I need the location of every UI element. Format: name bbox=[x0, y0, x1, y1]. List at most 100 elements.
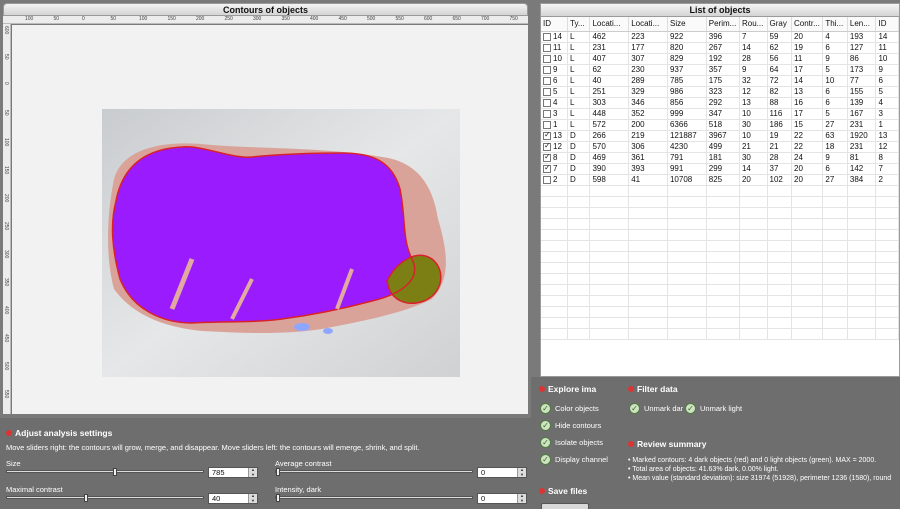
avg-contrast-slider-thumb[interactable] bbox=[276, 468, 280, 476]
row-checkbox[interactable] bbox=[543, 130, 551, 140]
spin-arrows-icon[interactable]: ▲ ▼ bbox=[248, 493, 257, 503]
avg-contrast-spinbox[interactable]: 0 ▲ ▼ bbox=[477, 467, 527, 478]
intensity-spinbox[interactable]: 0 ▲ ▼ bbox=[477, 493, 527, 504]
analysis-heading: Adjust analysis settings bbox=[6, 428, 112, 438]
column-header[interactable]: Gray bbox=[767, 17, 793, 32]
ruler-tick-label: 600 bbox=[424, 16, 433, 22]
row-checkbox[interactable] bbox=[543, 98, 551, 107]
table-row[interactable]: 7D39039399129914372061427 bbox=[541, 163, 899, 175]
row-checkbox[interactable] bbox=[543, 43, 551, 52]
empty-cell bbox=[628, 251, 668, 263]
spin-arrows-icon[interactable]: ▲ ▼ bbox=[517, 493, 526, 503]
table-cell: 6 bbox=[822, 42, 848, 54]
max-contrast-slider-thumb[interactable] bbox=[84, 494, 88, 502]
isolate-objects-button[interactable]: ✓ Isolate objects bbox=[540, 437, 603, 448]
image-canvas[interactable] bbox=[12, 25, 528, 414]
table-row[interactable]: 13D266219121887396710192263192013 bbox=[541, 130, 899, 142]
table-cell: 3 bbox=[541, 108, 569, 120]
max-contrast-spinbox[interactable]: 40 ▲ ▼ bbox=[208, 493, 258, 504]
row-checkbox[interactable] bbox=[543, 76, 551, 85]
table-cell: 20 bbox=[791, 174, 824, 186]
table-row[interactable]: 12D57030642304992121221823112 bbox=[541, 141, 899, 153]
table-row[interactable]: 4 L 303 346 856 292 13 88 16 6 139 4 bbox=[541, 97, 899, 109]
contour-image[interactable] bbox=[102, 109, 460, 377]
table-cell: 121887 bbox=[667, 130, 707, 142]
empty-cell bbox=[706, 306, 740, 318]
empty-cell bbox=[589, 218, 630, 230]
column-header[interactable]: Locati... bbox=[589, 17, 630, 32]
row-checkbox[interactable] bbox=[543, 87, 551, 96]
empty-cell bbox=[667, 218, 707, 230]
table-cell: 28 bbox=[767, 152, 793, 164]
table-cell: 12 bbox=[541, 141, 569, 153]
column-header[interactable]: Size bbox=[667, 17, 707, 32]
column-header[interactable]: Thi... bbox=[822, 17, 848, 32]
empty-cell bbox=[767, 284, 793, 296]
unmark-dark-button[interactable]: ✓ Unmark dar bbox=[629, 403, 683, 414]
row-checkbox[interactable] bbox=[543, 163, 551, 173]
empty-cell bbox=[667, 240, 707, 252]
intensity-slider-thumb[interactable] bbox=[276, 494, 280, 502]
empty-cell bbox=[822, 306, 848, 318]
hide-contours-button[interactable]: ✓ Hide contours bbox=[540, 420, 601, 431]
column-header[interactable]: Ty... bbox=[567, 17, 591, 32]
table-cell: 41 bbox=[628, 174, 668, 186]
max-contrast-slider[interactable] bbox=[6, 494, 204, 502]
color-objects-button[interactable]: ✓ Color objects bbox=[540, 403, 599, 414]
table-row[interactable]: 9 L 62 230 937 357 9 64 17 5 173 9 bbox=[541, 64, 899, 76]
unmark-light-button[interactable]: ✓ Unmark light bbox=[685, 403, 742, 414]
table-row[interactable]: 1 L 572 200 6366 518 30 186 15 27 231 1 bbox=[541, 119, 899, 131]
table-cell: 14 bbox=[875, 31, 899, 43]
row-checkbox[interactable] bbox=[543, 175, 551, 184]
empty-cell bbox=[847, 229, 877, 241]
table-cell: L bbox=[567, 75, 591, 87]
save-button[interactable] bbox=[541, 503, 589, 509]
size-slider[interactable] bbox=[6, 468, 204, 476]
spin-arrows-icon[interactable]: ▲ ▼ bbox=[248, 467, 257, 477]
table-cell: 267 bbox=[706, 42, 740, 54]
table-row[interactable]: 3 L 448 352 999 347 10 116 17 5 167 3 bbox=[541, 108, 899, 120]
objects-table: ID Ty... Locati... Locati... Size Perim... Rou… bbox=[541, 17, 899, 340]
empty-cell bbox=[541, 273, 569, 285]
column-header[interactable]: Rou... bbox=[739, 17, 768, 32]
row-checkbox[interactable] bbox=[543, 120, 551, 129]
table-cell: 10 bbox=[739, 108, 768, 120]
spin-arrows-icon[interactable]: ▲ ▼ bbox=[517, 467, 526, 477]
empty-row bbox=[541, 185, 899, 197]
table-row[interactable]: 2 D 598 41 10708 825 20 102 20 27 384 2 bbox=[541, 174, 899, 186]
column-header[interactable]: Locati... bbox=[628, 17, 668, 32]
empty-cell bbox=[847, 306, 877, 318]
row-checkbox[interactable] bbox=[543, 141, 551, 151]
empty-cell bbox=[739, 251, 768, 263]
table-row[interactable]: 10 L 407 307 829 192 28 56 11 9 86 10 bbox=[541, 53, 899, 65]
row-checkbox[interactable] bbox=[543, 152, 551, 162]
column-header[interactable]: Contr... bbox=[791, 17, 824, 32]
display-channel-button[interactable]: ✓ Display channel bbox=[540, 454, 608, 465]
table-cell: 19 bbox=[791, 42, 824, 54]
empty-cell bbox=[791, 328, 824, 340]
row-checkbox[interactable] bbox=[543, 54, 551, 63]
size-spinbox[interactable]: 785 ▲ ▼ bbox=[208, 467, 258, 478]
avg-contrast-slider[interactable] bbox=[275, 468, 473, 476]
empty-cell bbox=[589, 251, 630, 263]
row-checkbox[interactable] bbox=[543, 109, 551, 118]
table-row[interactable]: 6 L 40 289 785 175 32 72 14 10 77 6 bbox=[541, 75, 899, 87]
column-header[interactable]: Len... bbox=[847, 17, 877, 32]
table-cell: 102 bbox=[767, 174, 793, 186]
column-header[interactable]: ID bbox=[875, 17, 899, 32]
empty-cell bbox=[567, 196, 591, 208]
column-header[interactable]: Perim... bbox=[706, 17, 740, 32]
column-header[interactable]: ID bbox=[541, 17, 569, 32]
intensity-slider[interactable] bbox=[275, 494, 473, 502]
table-row[interactable]: 5 L 251 329 986 323 12 82 13 6 155 5 bbox=[541, 86, 899, 98]
row-checkbox[interactable] bbox=[543, 32, 551, 41]
table-row[interactable]: 11 L 231 177 820 267 14 62 19 6 127 11 bbox=[541, 42, 899, 54]
table-cell: 820 bbox=[667, 42, 707, 54]
table-cell: 11 bbox=[541, 42, 569, 54]
row-checkbox[interactable] bbox=[543, 65, 551, 74]
table-row[interactable]: 14 L 462 223 922 396 7 59 20 4 193 14 bbox=[541, 31, 899, 43]
empty-cell bbox=[767, 262, 793, 274]
table-row[interactable]: 8D4693617911813028249818 bbox=[541, 152, 899, 164]
table-cell: 64 bbox=[767, 64, 793, 76]
size-slider-thumb[interactable] bbox=[113, 468, 117, 476]
